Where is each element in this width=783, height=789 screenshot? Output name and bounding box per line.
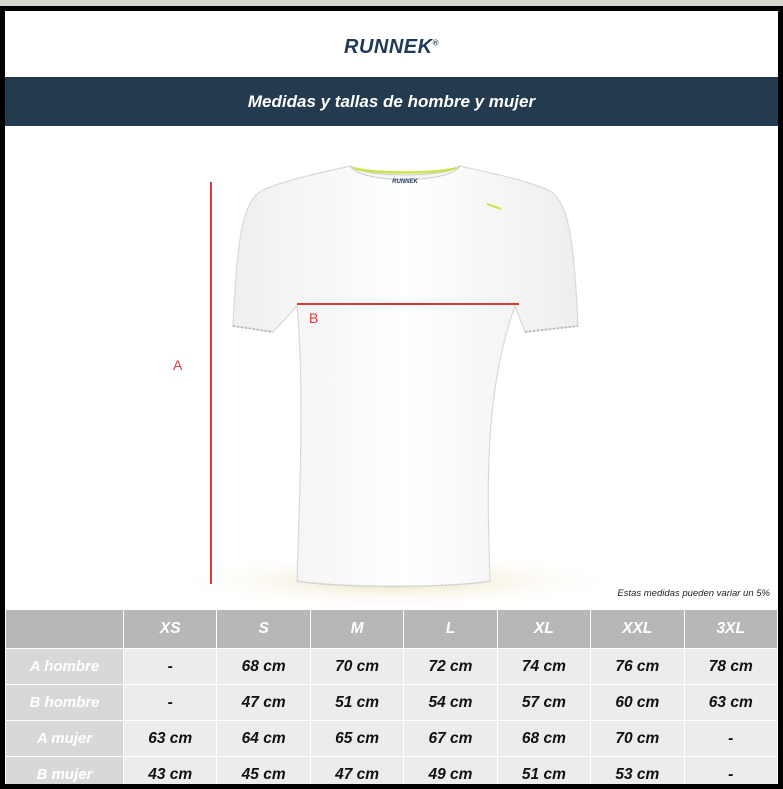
row-label: A hombre [5, 648, 124, 685]
table-cell: 78 cm [683, 648, 778, 685]
header-s: S [216, 609, 311, 649]
table-cell: 49 cm [403, 756, 498, 784]
table-cell: - [122, 684, 218, 721]
table-cell: 47 cm [309, 756, 405, 784]
table-cell: 57 cm [496, 684, 592, 721]
table-cell: 63 cm [683, 684, 778, 721]
chart-title-banner: Medidas y tallas de hombre y mujer [5, 77, 778, 126]
brand-logo: RUNNEK® [344, 36, 439, 58]
size-header-row: XS S M L XL XXL 3XL [5, 609, 778, 649]
table-row: B hombre - 47 cm 51 cm 54 cm 57 cm 60 cm… [5, 684, 778, 721]
table-cell: - [683, 720, 778, 757]
header-xs: XS [122, 609, 218, 649]
table-cell: 70 cm [309, 648, 405, 685]
table-cell: 60 cm [590, 684, 685, 721]
table-cell: - [122, 648, 218, 685]
table-cell: 68 cm [496, 720, 592, 757]
table-cell: 45 cm [216, 756, 311, 784]
table-cell: 51 cm [309, 684, 405, 721]
row-label: B hombre [5, 684, 124, 721]
collar-accent [353, 166, 457, 174]
table-row: A hombre - 68 cm 70 cm 72 cm 74 cm 76 cm… [5, 648, 778, 685]
header-l: L [403, 609, 498, 649]
table-row: B mujer 43 cm 45 cm 47 cm 49 cm 51 cm 53… [5, 756, 778, 784]
table-cell: 51 cm [496, 756, 592, 784]
table-cell: 65 cm [309, 720, 405, 757]
table-cell: 70 cm [590, 720, 685, 757]
row-label: A mujer [5, 720, 124, 757]
chart-title: Medidas y tallas de hombre y mujer [247, 91, 536, 111]
table-cell: 68 cm [216, 648, 311, 685]
table-cell: 74 cm [496, 648, 592, 685]
tshirt-illustration: RUNNEK A B [5, 126, 778, 609]
header-corner [5, 609, 124, 649]
header-3xl: 3XL [683, 609, 778, 649]
header-m: M [309, 609, 405, 649]
table-cell: 43 cm [122, 756, 218, 784]
size-chart-card: RUNNEK® Medidas y tallas de hombre y muj… [0, 6, 783, 789]
table-cell: 47 cm [216, 684, 311, 721]
collar-label: RUNNEK [392, 179, 418, 185]
header-xxl: XXL [590, 609, 685, 649]
header-xl: XL [496, 609, 592, 649]
label-b: B [309, 310, 318, 326]
table-row: A mujer 63 cm 64 cm 65 cm 67 cm 68 cm 70… [5, 720, 778, 757]
variance-note: Estas medidas pueden variar un 5% [617, 588, 770, 599]
table-cell: 72 cm [403, 648, 498, 685]
size-table: XS S M L XL XXL 3XL A hombre - 68 cm 70 … [5, 609, 778, 784]
table-cell: 53 cm [590, 756, 685, 784]
shirt-body [232, 165, 579, 587]
table-cell: 67 cm [403, 720, 498, 757]
table-cell: 63 cm [122, 720, 218, 757]
row-label: B mujer [5, 756, 124, 784]
label-a: A [173, 357, 183, 373]
table-cell: - [683, 756, 778, 784]
table-cell: 76 cm [590, 648, 685, 685]
table-cell: 64 cm [216, 720, 311, 757]
table-cell: 54 cm [403, 684, 498, 721]
tshirt-figure: RUNNEK A B [165, 165, 625, 609]
